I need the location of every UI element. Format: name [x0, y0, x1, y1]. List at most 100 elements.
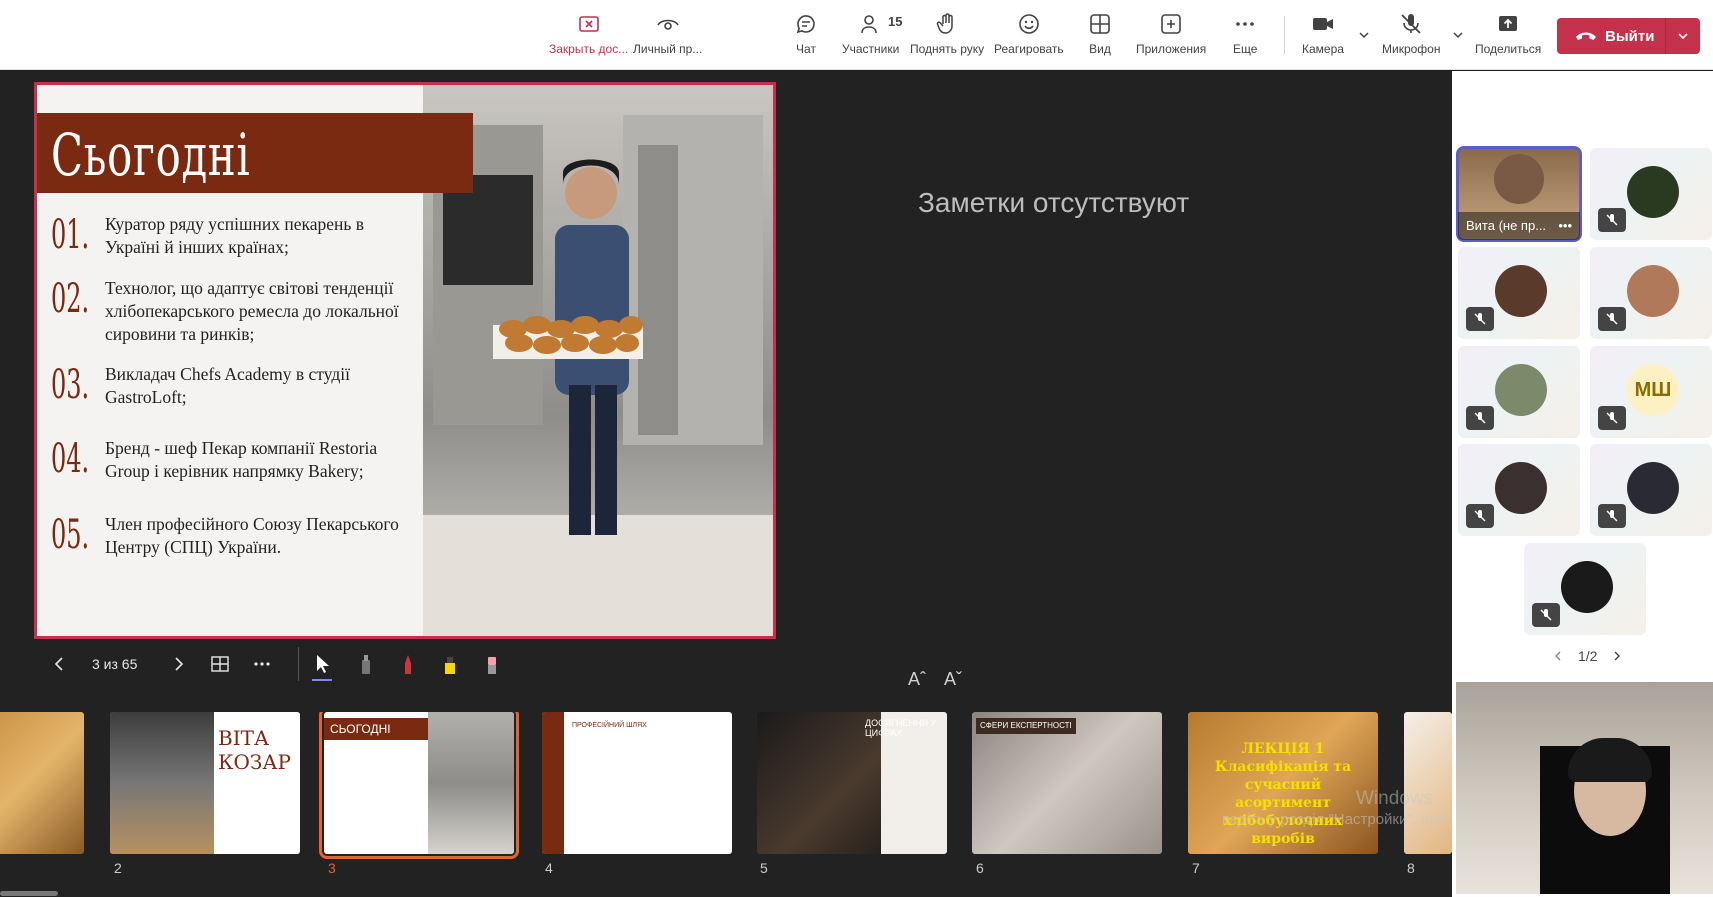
participants-count: 15	[888, 14, 903, 29]
participant-name-bar: Вита (не пр... •••	[1458, 212, 1580, 240]
thumbnail-3[interactable]: СЬОГОДНІ	[319, 712, 519, 859]
thumbnail-7[interactable]: ЛЕКЦІЯ 1 Класифікація та сучасний асорти…	[1188, 712, 1378, 854]
speaker-notes: Заметки отсутствуют	[918, 187, 1190, 218]
avatar	[1561, 561, 1613, 613]
apps-label: Приложения	[1136, 42, 1207, 56]
slide-item-1: 01. Куратор ряду успішних пекарень в Укр…	[51, 213, 411, 259]
highlighter-tool[interactable]	[440, 647, 460, 681]
avatar	[1495, 462, 1547, 514]
font-decrease-button[interactable]: Aˇ	[944, 669, 962, 690]
muted-mic-icon	[1598, 504, 1626, 528]
close-share-icon	[578, 16, 599, 32]
presentation-stage: Сьогодні 01. Куратор ряду успішних пекар…	[0, 71, 1452, 897]
eraser-icon	[488, 657, 496, 674]
apps-button[interactable]: Приложения	[1136, 12, 1206, 64]
next-slide-button[interactable]	[168, 647, 188, 681]
thumbnail-caption: ВІТА КОЗАР	[218, 726, 291, 774]
participant-tile[interactable]	[1524, 543, 1646, 635]
microphone-button[interactable]: Микрофон	[1382, 12, 1440, 64]
people-icon	[860, 15, 877, 34]
participants-button[interactable]: 15 Участники	[842, 12, 903, 64]
microphone-label: Микрофон	[1382, 42, 1441, 56]
red-pen-icon	[405, 655, 411, 674]
thumbnail-1[interactable]	[0, 712, 84, 854]
current-slide: Сьогодні 01. Куратор ряду успішних пекар…	[34, 82, 776, 639]
participant-tile-speaker[interactable]: Вита (не пр... •••	[1456, 146, 1582, 242]
thumbnail-photo	[428, 712, 514, 854]
thumbnail-6[interactable]: СФЕРИ ЕКСПЕРТНОСТІ	[972, 712, 1162, 854]
muted-mic-icon	[1532, 603, 1560, 627]
camera-icon	[1312, 18, 1333, 30]
participant-tile[interactable]	[1458, 346, 1580, 438]
participant-tile[interactable]	[1590, 148, 1712, 240]
avatar	[1495, 364, 1547, 416]
eraser-tool[interactable]	[482, 647, 502, 681]
baker-illustration	[423, 115, 773, 636]
thumbnail-2[interactable]: ВІТА КОЗАР	[110, 712, 300, 854]
thumbnail-number: 3	[328, 860, 336, 876]
leave-main[interactable]: Выйти	[1557, 28, 1665, 45]
mic-off-icon	[1401, 14, 1421, 34]
participant-tile[interactable]	[1458, 444, 1580, 536]
more-dots-icon	[254, 662, 270, 666]
slide-controls: 3 из 65	[34, 647, 544, 681]
muted-mic-icon	[1598, 307, 1626, 331]
more-slide-options-button[interactable]	[252, 647, 272, 681]
previous-slide-button[interactable]	[50, 647, 70, 681]
slide-item-text: Викладач Chefs Academy в студії GastroLo…	[105, 364, 350, 407]
mic-options-chevron-icon[interactable]	[1451, 28, 1465, 42]
participant-tile[interactable]: МШ	[1590, 346, 1712, 438]
slide-counter: 3 из 65	[92, 656, 138, 672]
participant-tile[interactable]	[1590, 247, 1712, 339]
camera-options-chevron-icon[interactable]	[1357, 28, 1371, 42]
font-increase-button[interactable]: Aˆ	[908, 669, 926, 690]
avatar	[1494, 154, 1544, 204]
thumbnail-number: 8	[1407, 860, 1415, 876]
chevron-left-icon[interactable]	[1552, 650, 1564, 662]
slide-title: Сьогодні	[51, 121, 251, 189]
stop-sharing-button[interactable]: Закрыть дос...	[549, 12, 628, 64]
slide-item-2: 02. Технолог, що адаптує світові тенденц…	[51, 277, 411, 346]
chevron-right-icon[interactable]	[1611, 650, 1623, 662]
thumbnail-scrollbar[interactable]	[0, 891, 58, 896]
grid-icon	[1090, 14, 1110, 34]
pointer-arrow-icon	[317, 655, 329, 673]
view-label: Вид	[1089, 42, 1111, 56]
meeting-toolbar: Закрыть дос... Личный пр... Чат 15 Участ…	[0, 0, 1713, 70]
slide-item-number: 05.	[51, 512, 90, 558]
avatar	[1627, 265, 1679, 317]
red-pen-tool[interactable]	[398, 647, 418, 681]
chat-button[interactable]: Чат	[794, 12, 818, 64]
personal-view-label: Личный пр...	[633, 42, 703, 56]
share-button[interactable]: Поделиться	[1475, 12, 1541, 64]
pointer-tool[interactable]	[312, 647, 332, 681]
self-video-preview	[1456, 682, 1713, 894]
muted-mic-icon	[1466, 504, 1494, 528]
avatar	[1627, 166, 1679, 218]
thumbnail-5[interactable]: ДОСЯГНЕННЯ У ЦИФРАХ	[757, 712, 947, 854]
react-label: Реагировать	[994, 42, 1064, 56]
react-button[interactable]: Реагировать	[994, 12, 1064, 64]
personal-view-button[interactable]: Личный пр...	[633, 12, 702, 64]
chevron-left-icon	[54, 657, 63, 671]
more-button[interactable]: Еще	[1233, 12, 1257, 64]
thumbnail-8[interactable]	[1404, 712, 1452, 854]
hand-icon	[936, 13, 953, 34]
laser-pen-tool[interactable]	[356, 647, 376, 681]
view-button[interactable]: Вид	[1088, 12, 1112, 64]
slide-item-number: 04.	[51, 436, 90, 482]
windows-activation-title: Windows	[1356, 788, 1434, 809]
more-options-icon[interactable]: •••	[1558, 218, 1572, 234]
thumbnail-side-banner	[542, 712, 564, 854]
slide-grid-button[interactable]	[210, 647, 230, 681]
participant-tile[interactable]	[1590, 444, 1712, 536]
participant-tile[interactable]	[1458, 247, 1580, 339]
raise-hand-button[interactable]: Поднять руку	[910, 12, 984, 64]
slide-photo-baker	[423, 85, 773, 636]
camera-button[interactable]: Камера	[1302, 12, 1344, 64]
leave-button[interactable]: Выйти	[1557, 18, 1700, 54]
thumbnail-4[interactable]: ПРОФЕСІЙНИЙ ШЛЯХ	[542, 712, 732, 854]
leave-options-chevron-icon[interactable]	[1666, 29, 1700, 43]
share-tray-icon	[1499, 16, 1518, 31]
slide-thumbnail-strip: ВІТА КОЗАР 2 СЬОГОДНІ 3 ПРОФЕСІЙНИЙ ШЛЯХ…	[0, 712, 1452, 892]
